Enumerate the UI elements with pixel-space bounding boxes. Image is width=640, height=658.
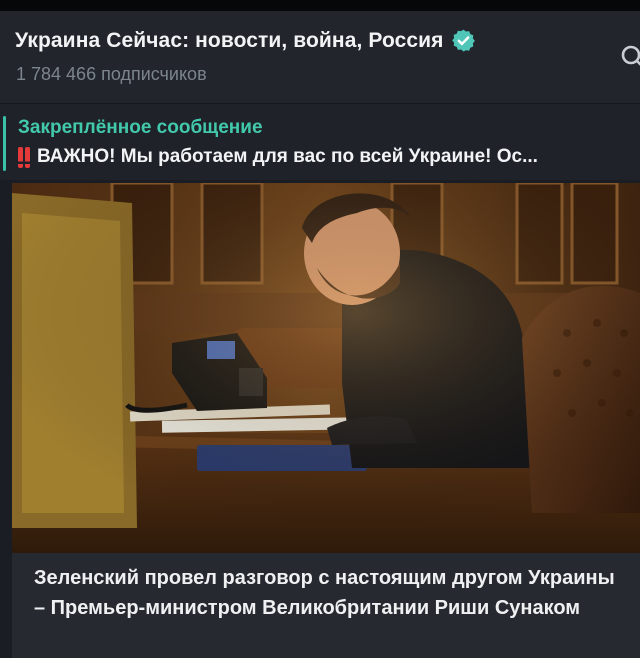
double-exclamation-icon xyxy=(18,146,32,168)
pinned-message-preview: ВАЖНО! Мы работаем для вас по всей Украи… xyxy=(18,146,633,168)
channel-title: Украина Сейчас: новости, война, Россия xyxy=(15,28,444,52)
pinned-message-bar[interactable]: Закреплённое сообщение ВАЖНО! Мы работае… xyxy=(0,103,640,180)
window-top-strip xyxy=(0,0,640,11)
pinned-accent-bar xyxy=(3,116,6,171)
pinned-message-text: ВАЖНО! Мы работаем для вас по всей Украи… xyxy=(37,146,538,167)
search-icon[interactable] xyxy=(619,43,640,73)
pinned-message-label: Закреплённое сообщение xyxy=(18,117,263,138)
post-photo[interactable] xyxy=(12,183,640,553)
verified-badge-icon xyxy=(451,29,475,52)
post-caption: Зеленский провел разговор с настоящим др… xyxy=(34,567,615,619)
channel-header[interactable]: Украина Сейчас: новости, война, Россия 1… xyxy=(0,11,640,103)
channel-title-row: Украина Сейчас: новости, война, Россия xyxy=(15,28,476,53)
channel-post[interactable]: Зеленский провел разговор с настоящим др… xyxy=(12,183,640,658)
subscriber-count: 1 784 466 подписчиков xyxy=(16,64,207,84)
